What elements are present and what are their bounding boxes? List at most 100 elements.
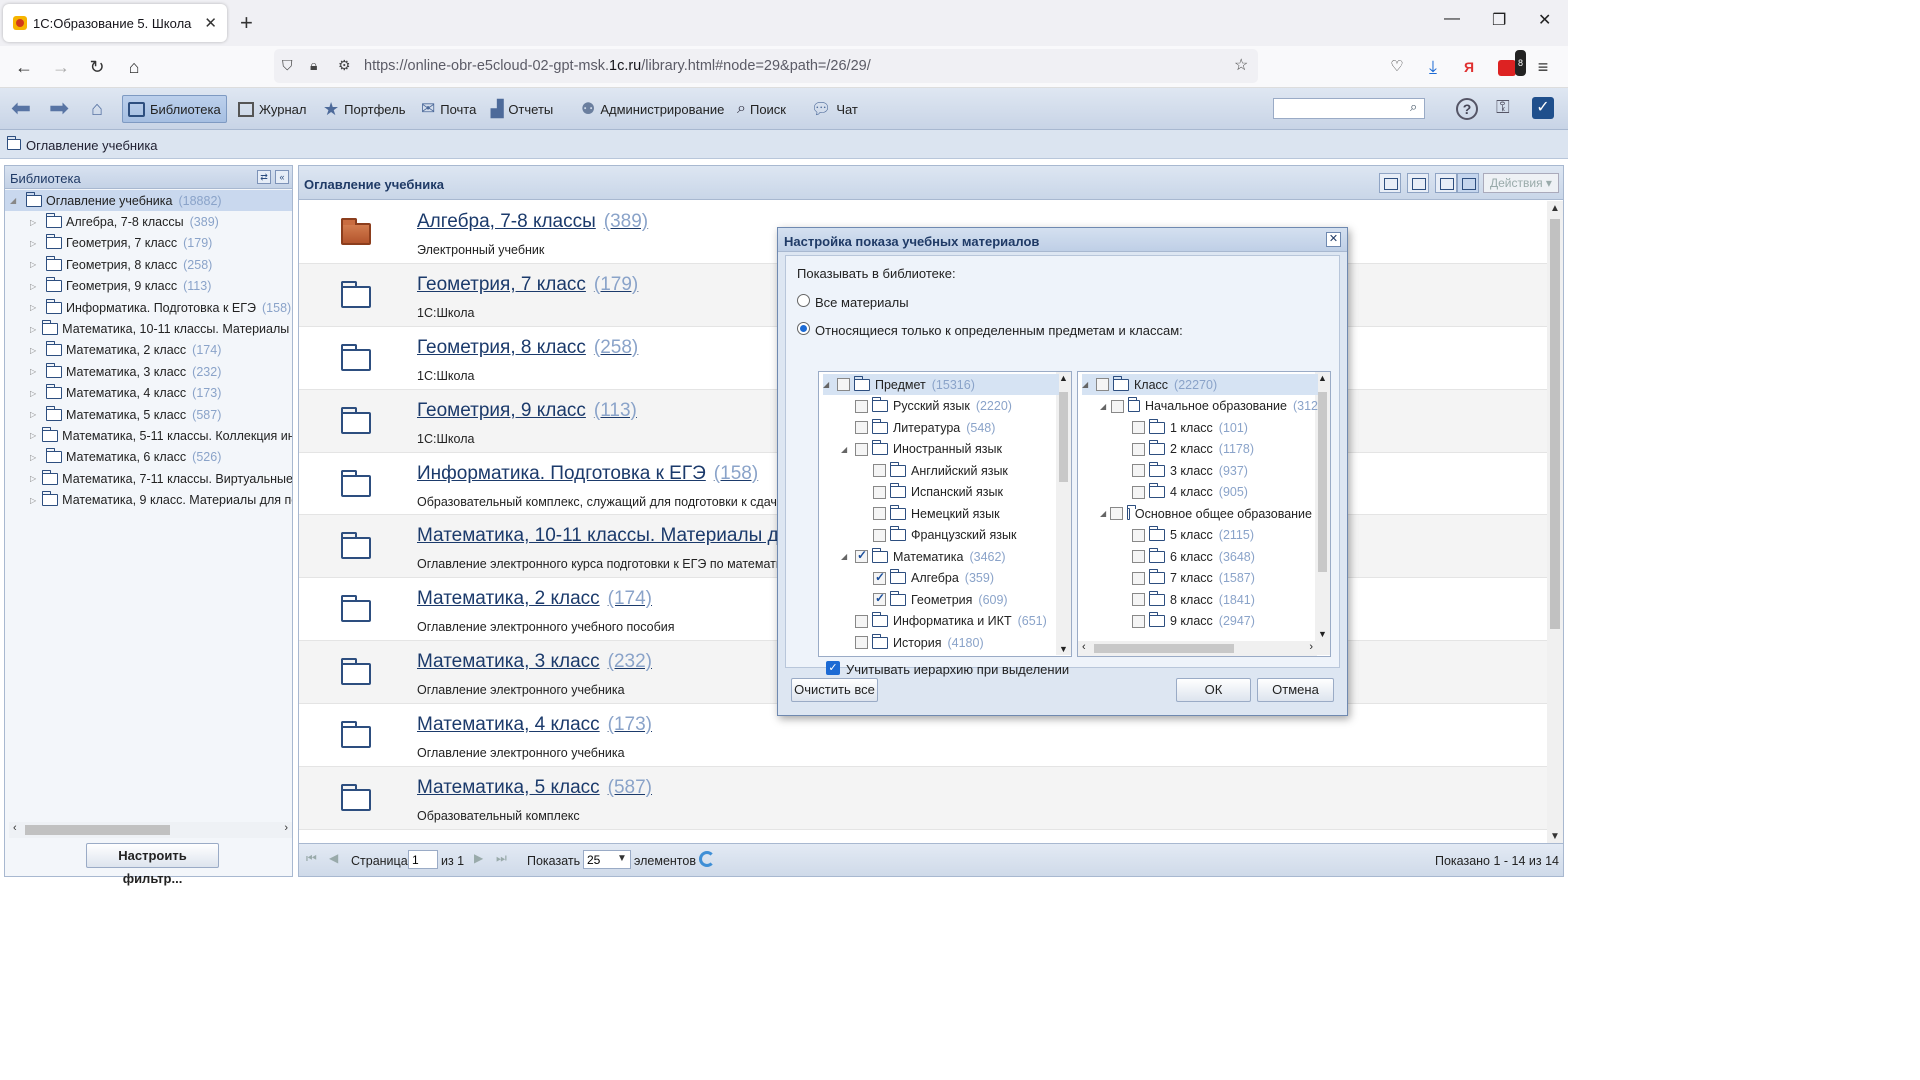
tree-node-checkbox[interactable] [855,614,868,628]
tree-node[interactable]: 7 класс (1587) [1118,568,1318,589]
prev-page-icon[interactable]: ◀ [329,851,338,865]
expanded-arrow-icon[interactable]: ◢ [823,380,833,389]
list-item-title-text[interactable]: Информатика. Подготовка к ЕГЭ [417,463,706,484]
tree-horizontal-scrollbar[interactable]: ‹ › [9,822,292,838]
collapsed-arrow-icon[interactable]: ▷ [30,367,40,376]
tree-node[interactable]: Алгебра (359) [859,568,1059,589]
scroll-right-icon[interactable]: › [284,822,288,834]
tree-item[interactable]: ▷ Математика, 2 класс (174) [5,340,292,361]
tree-node[interactable]: 3 класс (937) [1118,460,1318,481]
tree-node-checkbox[interactable] [855,636,868,650]
collapsed-arrow-icon[interactable]: ▷ [30,496,36,505]
tree-node[interactable]: Литература (548) [841,417,1059,438]
scroll-up-icon[interactable]: ▲ [1550,203,1560,214]
tree-node[interactable]: ◢ Предмет (15316) [823,374,1059,396]
toolbar-portfolio[interactable]: ★ Портфель [318,95,410,123]
tree-node[interactable]: Немецкий язык [859,503,1059,524]
tree-node-checkbox[interactable] [873,507,886,521]
home-icon[interactable]: ⌂ [121,54,147,80]
tree-node-checkbox[interactable] [1111,399,1125,413]
list-item-title[interactable]: Алгебра, 7-8 классы (389) [417,211,648,233]
scroll-thumb[interactable] [1094,644,1234,653]
tree-node[interactable]: Информатика и ИКТ (651) [841,611,1059,632]
list-item-title[interactable]: Математика, 5 класс (587) [417,777,652,799]
tree-node[interactable]: 1 класс (101) [1118,417,1318,438]
list-item-title[interactable]: Геометрия, 7 класс (179) [417,274,638,296]
tree-node-checkbox[interactable] [1132,442,1145,456]
tree-node-checkbox[interactable] [1096,378,1109,392]
tree-node-checkbox[interactable] [1132,571,1145,585]
scroll-thumb[interactable] [1550,219,1560,629]
page-size-chevron-icon[interactable]: ▼ [617,853,627,864]
scroll-right-icon[interactable]: › [1309,641,1313,653]
collapsed-arrow-icon[interactable]: ▷ [30,346,40,355]
list-item-title-text[interactable]: Математика, 2 класс [417,588,600,609]
toolbar-admin[interactable]: ⚉ Администрирование [576,95,729,123]
downloads-icon[interactable]: ⤓ [1420,54,1446,80]
classes-horizontal-scrollbar[interactable]: ‹ › [1078,641,1317,656]
scroll-down-icon[interactable]: ▼ [1550,831,1560,842]
expanded-arrow-icon[interactable]: ◢ [1100,509,1106,518]
list-item-title[interactable]: Математика, 4 класс (173) [417,714,652,736]
tree-node[interactable]: ◢ Иностранный язык [841,439,1059,460]
list-item-title-text[interactable]: Геометрия, 8 класс [417,337,586,358]
toolbar-mail[interactable]: ✉ Почта [416,95,481,123]
list-item-title[interactable]: Информатика. Подготовка к ЕГЭ (158) [417,463,758,485]
help-icon[interactable]: ? [1456,98,1478,120]
tree-node-checkbox[interactable] [1110,507,1124,521]
tree-item[interactable]: ▷ Математика, 3 класс (232) [5,361,292,382]
scroll-up-icon[interactable]: ▲ [1059,373,1068,383]
scroll-thumb[interactable] [25,825,170,835]
key-icon[interactable]: ⚿ [1496,97,1510,118]
tree-node[interactable]: 5 класс (2115) [1118,525,1318,546]
refresh-icon[interactable] [699,851,715,867]
sync-icon[interactable]: ⇄ [257,170,271,184]
expanded-arrow-icon[interactable]: ◢ [1100,402,1107,411]
collapsed-arrow-icon[interactable]: ▷ [30,474,36,483]
tree-item[interactable]: ▷ Информатика. Подготовка к ЕГЭ (158) [5,297,292,318]
list-item-title[interactable]: Геометрия, 8 класс (258) [417,337,638,359]
list-item-title-text[interactable]: Математика, 3 класс [417,651,600,672]
close-window-icon[interactable]: ✕ [1538,10,1551,30]
collapsed-arrow-icon[interactable]: ▷ [30,239,40,248]
tree-node-checkbox[interactable] [855,399,868,413]
view-settings-icon[interactable] [1407,173,1429,193]
collapsed-arrow-icon[interactable]: ▷ [30,325,36,334]
toolbar-journal[interactable]: Журнал [233,95,311,123]
tree-node-checkbox[interactable] [873,485,886,499]
tree-item[interactable]: ▷ Геометрия, 7 класс (179) [5,233,292,254]
toolbar-library[interactable]: Библиотека [122,95,227,123]
tree-node-checkbox[interactable] [1132,593,1145,607]
list-item-title[interactable]: Математика, 2 класс (174) [417,588,652,610]
view-list-icon[interactable] [1435,173,1457,193]
menu-icon[interactable]: ≡ [1530,54,1556,80]
tree-item[interactable]: ▷ Математика, 9 класс. Материалы для подг… [5,489,292,510]
hierarchy-label[interactable]: Учитывать иерархию при выделении [846,662,1069,677]
list-item-title-text[interactable]: Математика, 5 класс [417,777,600,798]
tree-node-checkbox[interactable] [873,591,886,607]
collapsed-arrow-icon[interactable]: ▷ [30,260,40,269]
yandex-icon[interactable]: Я [1456,54,1482,80]
app-search-icon[interactable]: ⌕ [1410,99,1417,115]
tree-item[interactable]: ▷ Геометрия, 8 класс (258) [5,254,292,275]
list-item[interactable]: Математика, 5 класс (587) Образовательный … [299,767,1547,830]
tree-node-checkbox[interactable] [1132,421,1145,435]
restore-icon[interactable]: ❐ [1492,10,1506,30]
scroll-up-icon[interactable]: ▲ [1318,373,1327,383]
breadcrumb-text[interactable]: Оглавление учебника [26,138,158,153]
collapsed-arrow-icon[interactable]: ▷ [30,303,40,312]
dialog-close-icon[interactable]: ✕ [1326,232,1341,247]
tree-node-checkbox[interactable] [873,528,886,542]
app-search-input[interactable] [1273,98,1425,119]
tree-node[interactable]: Английский язык [859,460,1059,481]
tree-node-checkbox[interactable] [1132,485,1145,499]
collapsed-arrow-icon[interactable]: ▷ [30,218,40,227]
reload-icon[interactable]: ↻ [84,54,110,80]
view-single-icon[interactable] [1379,173,1401,193]
list-item-title-text[interactable]: Алгебра, 7-8 классы [417,211,596,232]
bookmark-star-icon[interactable]: ☆ [1234,55,1248,75]
radio-all-materials-label[interactable]: Все материалы [815,295,909,310]
content-vertical-scrollbar[interactable]: ▲ ▼ [1547,201,1563,844]
tree-node-checkbox[interactable] [873,464,886,478]
collapsed-arrow-icon[interactable]: ▷ [30,389,40,398]
